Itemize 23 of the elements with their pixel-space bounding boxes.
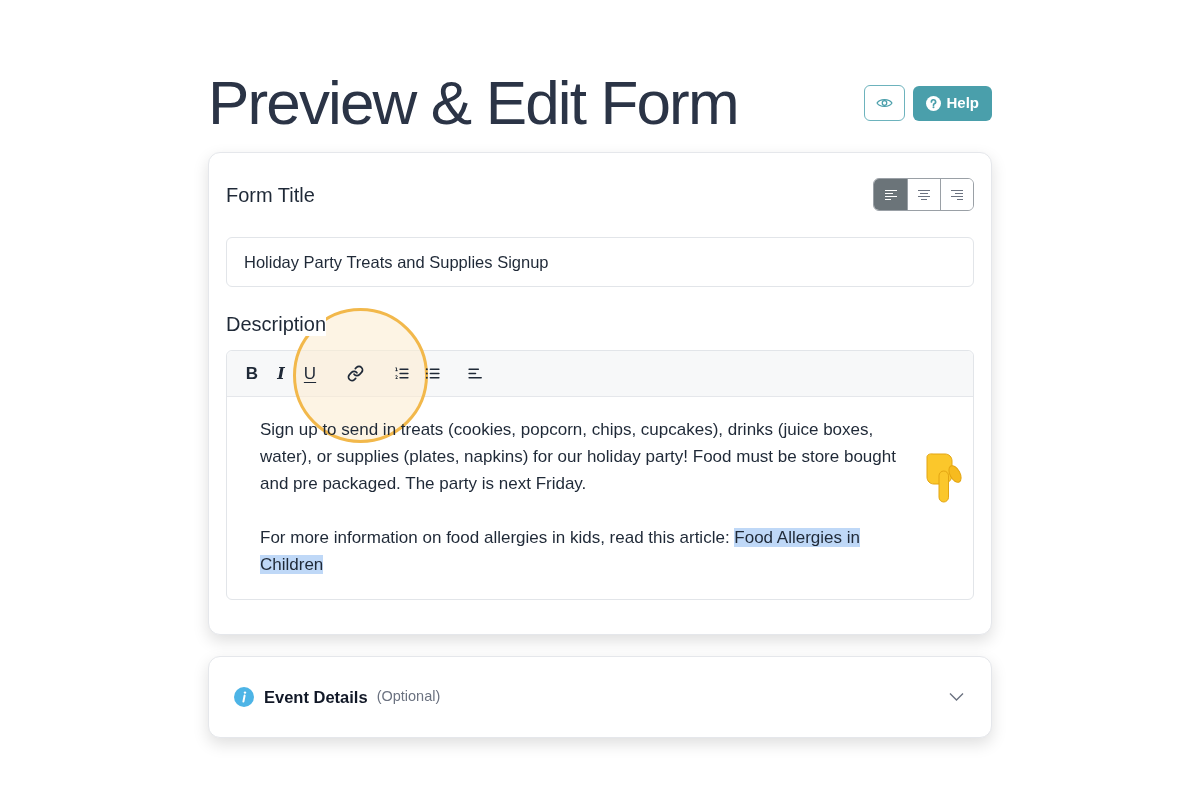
link-icon — [346, 365, 364, 382]
page-title: Preview & Edit Form — [208, 72, 738, 134]
align-left-icon — [883, 188, 898, 201]
align-left-button[interactable] — [874, 179, 907, 210]
description-paragraph: For more information on food allergies in kids, read this article: Food Allergies in Children — [260, 527, 862, 576]
section-note: (Optional) — [376, 687, 441, 707]
info-icon — [234, 687, 254, 707]
preview-button[interactable] — [864, 85, 906, 121]
align-right-icon — [950, 188, 964, 201]
numbered-list-icon — [392, 365, 410, 382]
align-left-icon — [466, 365, 484, 382]
underline-button[interactable]: U — [296, 359, 324, 388]
form-title-label: Form Title — [226, 182, 315, 207]
align-center-icon — [917, 188, 931, 201]
collapsible-section[interactable]: Event Details (Optional) — [208, 656, 992, 738]
section-title: Event Details — [264, 686, 368, 708]
bullet-list-icon — [423, 365, 441, 382]
eye-icon — [876, 97, 894, 109]
title-input[interactable]: Holiday Party Treats and Supplies Signup — [226, 237, 974, 287]
italic-button[interactable]: I — [267, 359, 295, 388]
help-icon — [926, 95, 942, 111]
bold-button[interactable]: B — [238, 359, 266, 388]
align-right-button[interactable] — [940, 179, 973, 210]
